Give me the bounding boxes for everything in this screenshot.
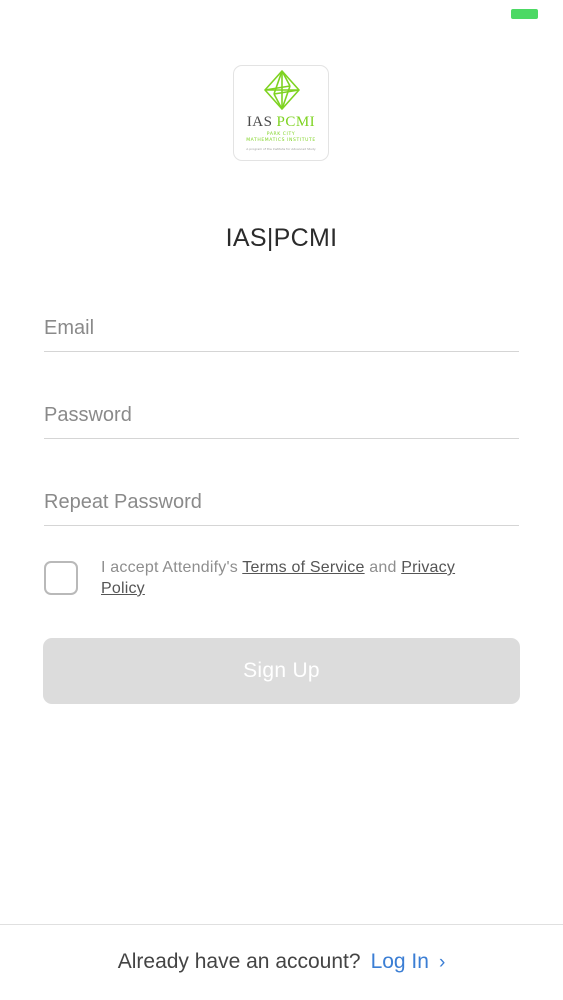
terms-middle: and — [364, 559, 402, 576]
password-field-container — [44, 393, 519, 439]
password-field[interactable] — [44, 393, 519, 438]
app-logo: IAS PCMI PARK CITY MATHEMATICS INSTITUTE … — [233, 65, 329, 161]
terms-checkbox[interactable] — [44, 561, 78, 595]
log-in-link[interactable]: Log In — [371, 950, 429, 973]
chevron-right-icon[interactable]: › — [439, 952, 445, 973]
terms-of-service-link[interactable]: Terms of Service — [242, 559, 364, 576]
email-field-container — [44, 306, 519, 352]
app-title: IAS|PCMI — [225, 224, 338, 252]
logo-subtitle-line1: PARK CITY — [266, 132, 296, 137]
logo-subtitle-line2: MATHEMATICS INSTITUTE — [246, 138, 316, 143]
logo-fine-print: A program of the Institute for Advanced … — [246, 147, 316, 151]
repeat-password-field-container — [44, 480, 519, 526]
repeat-password-field[interactable] — [44, 480, 519, 525]
sign-up-button[interactable]: Sign Up — [43, 638, 520, 704]
terms-text: I accept Attendify's Terms of Service an… — [101, 557, 501, 599]
login-prompt: Already have an account? — [117, 950, 361, 973]
octahedron-logo-icon — [264, 70, 300, 110]
footer: Already have an account? Log In › — [0, 948, 563, 977]
logo-ias-text: IAS — [246, 114, 273, 130]
terms-prefix: I accept Attendify's — [101, 559, 243, 576]
logo-wordmark: IAS PCMI — [234, 114, 328, 131]
email-field[interactable] — [44, 306, 519, 351]
logo-pcmi-text: PCMI — [276, 114, 316, 130]
footer-divider — [0, 924, 563, 925]
battery-indicator — [511, 9, 538, 19]
